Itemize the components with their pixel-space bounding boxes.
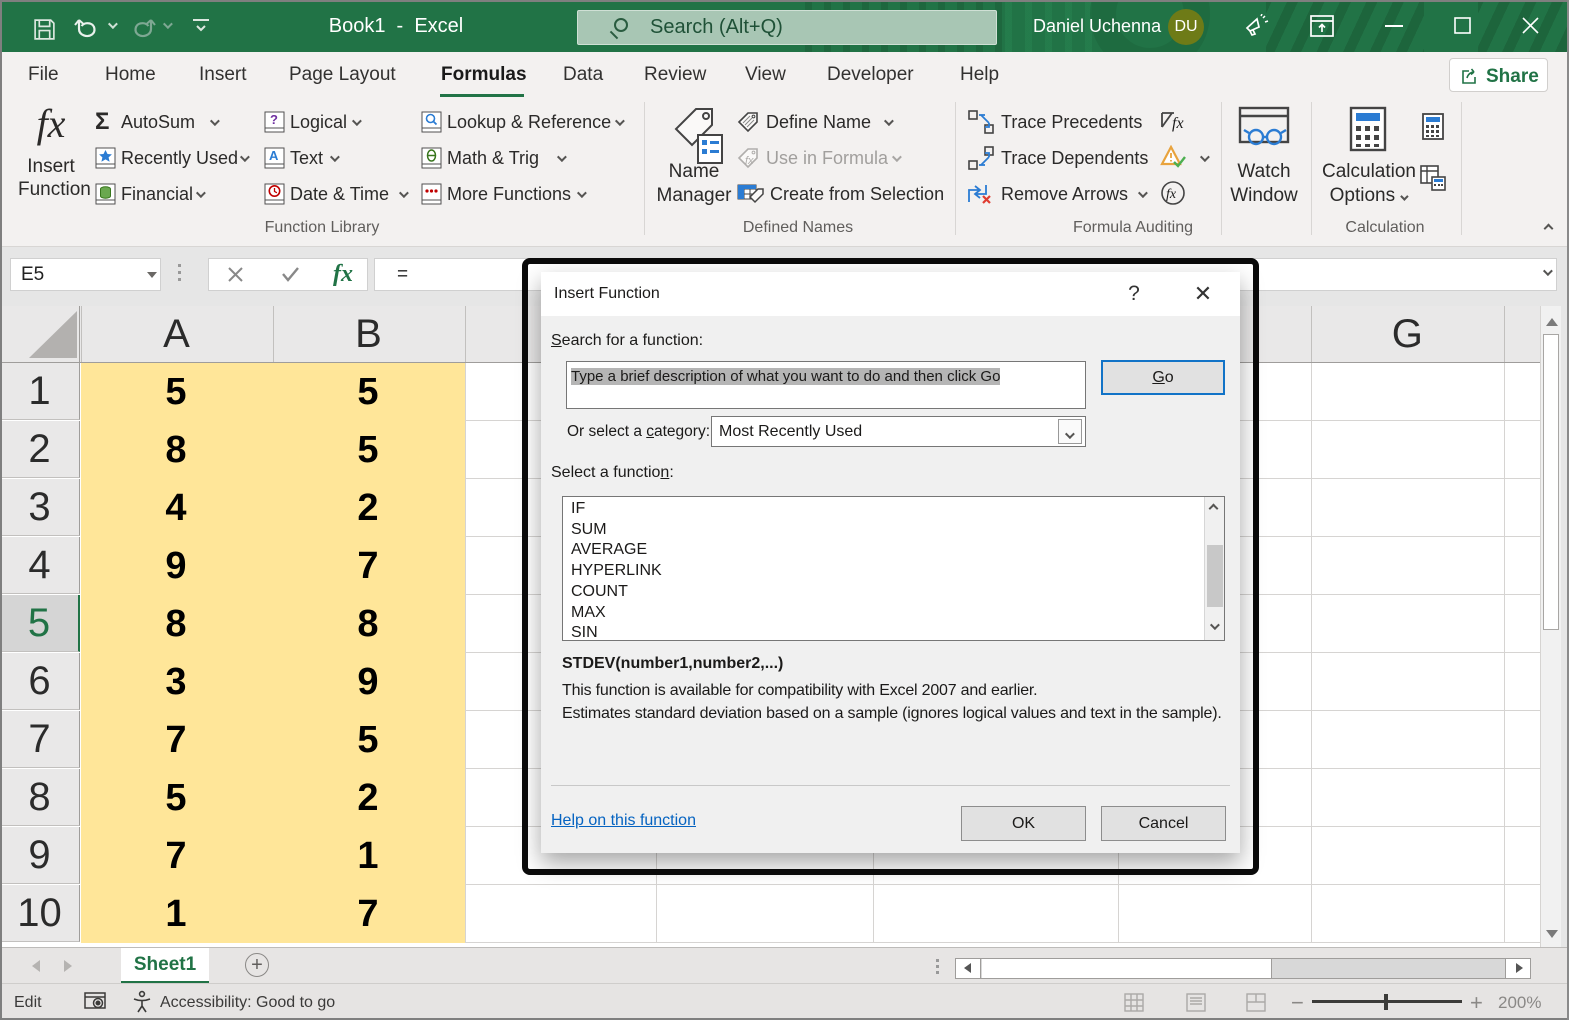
svg-text:A: A bbox=[269, 148, 279, 163]
svg-text:fx: fx bbox=[1166, 187, 1177, 202]
svg-text:fx: fx bbox=[745, 155, 754, 167]
svg-text:fx: fx bbox=[1172, 115, 1184, 132]
svg-text:?: ? bbox=[270, 112, 278, 127]
